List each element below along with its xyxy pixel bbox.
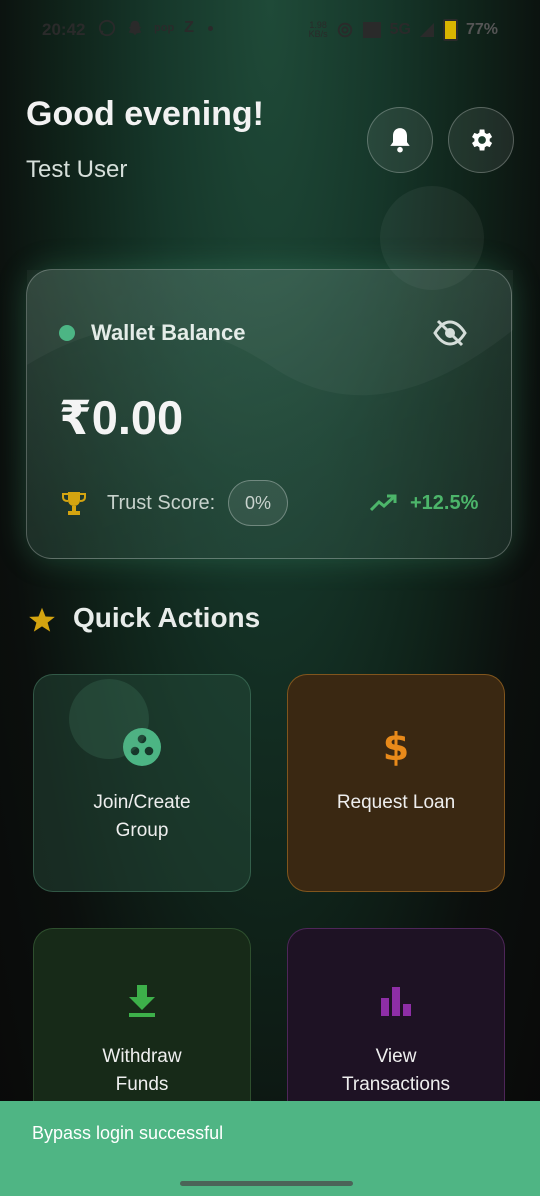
battery-level: 77% (465, 21, 498, 38)
bar-chart-icon (380, 981, 412, 1021)
dollar-icon: $ (382, 725, 410, 769)
trust-score-label: Trust Score: (107, 492, 216, 514)
settings-button[interactable] (448, 107, 514, 173)
system-icons: 1.98 KB/s 5G 77% (309, 19, 498, 41)
status-time: 20:42 (42, 20, 86, 39)
request-loan-label: Request Loan (336, 792, 456, 813)
view-transactions-label: View Transactions (341, 1046, 451, 1095)
trending-up-icon (370, 494, 397, 512)
card-decor-circle (69, 679, 149, 759)
status-dot (59, 325, 75, 341)
bell-icon (390, 128, 410, 153)
snapchat-icon (128, 20, 142, 36)
trust-score-badge: 0% (228, 480, 288, 526)
notifications-button[interactable] (367, 107, 433, 173)
gesture-handle[interactable] (180, 1181, 353, 1186)
wallet-title: Wallet Balance (91, 320, 246, 345)
download-icon (127, 981, 157, 1021)
gear-icon (472, 129, 493, 151)
user-name: Test User (26, 156, 128, 183)
whatsapp-icon (98, 19, 116, 37)
snackbar: Bypass login successful (0, 1101, 540, 1196)
star-icon (29, 607, 55, 632)
eye-off-icon[interactable] (433, 318, 467, 348)
growth-percentage: +12.5% (410, 492, 479, 514)
signal-icon (419, 23, 434, 37)
z-icon: Z (184, 19, 194, 36)
greeting-title: Good evening! (26, 95, 264, 133)
status-bar: 20:42 pop Z 1.98 KB/s 5G 77% (0, 0, 540, 62)
snackbar-message: Bypass login successful (32, 1123, 224, 1143)
wallet-card[interactable]: Wallet Balance ₹0.00 Trust Score: 0% +12… (26, 269, 513, 559)
net-speed: 1.98 KB/s (308, 20, 328, 39)
pop-icon: pop (154, 22, 175, 34)
dot-icon (207, 25, 213, 31)
hotspot-icon (337, 22, 352, 38)
join-create-group-label: Join/Create Group (93, 792, 191, 841)
withdraw-funds-label: Withdraw Funds (102, 1046, 182, 1095)
request-loan-button[interactable]: $ Request Loan (287, 674, 505, 892)
notification-icons: pop Z (98, 19, 213, 37)
network-type: 5G (389, 21, 411, 38)
quick-actions-title: Quick Actions (73, 602, 261, 633)
battery-icon (442, 19, 458, 41)
wallet-balance-amount: ₹0.00 (59, 391, 184, 444)
join-create-group-button[interactable]: Join/Create Group (33, 674, 251, 892)
trophy-icon (62, 492, 86, 515)
lte-icon (362, 22, 381, 38)
